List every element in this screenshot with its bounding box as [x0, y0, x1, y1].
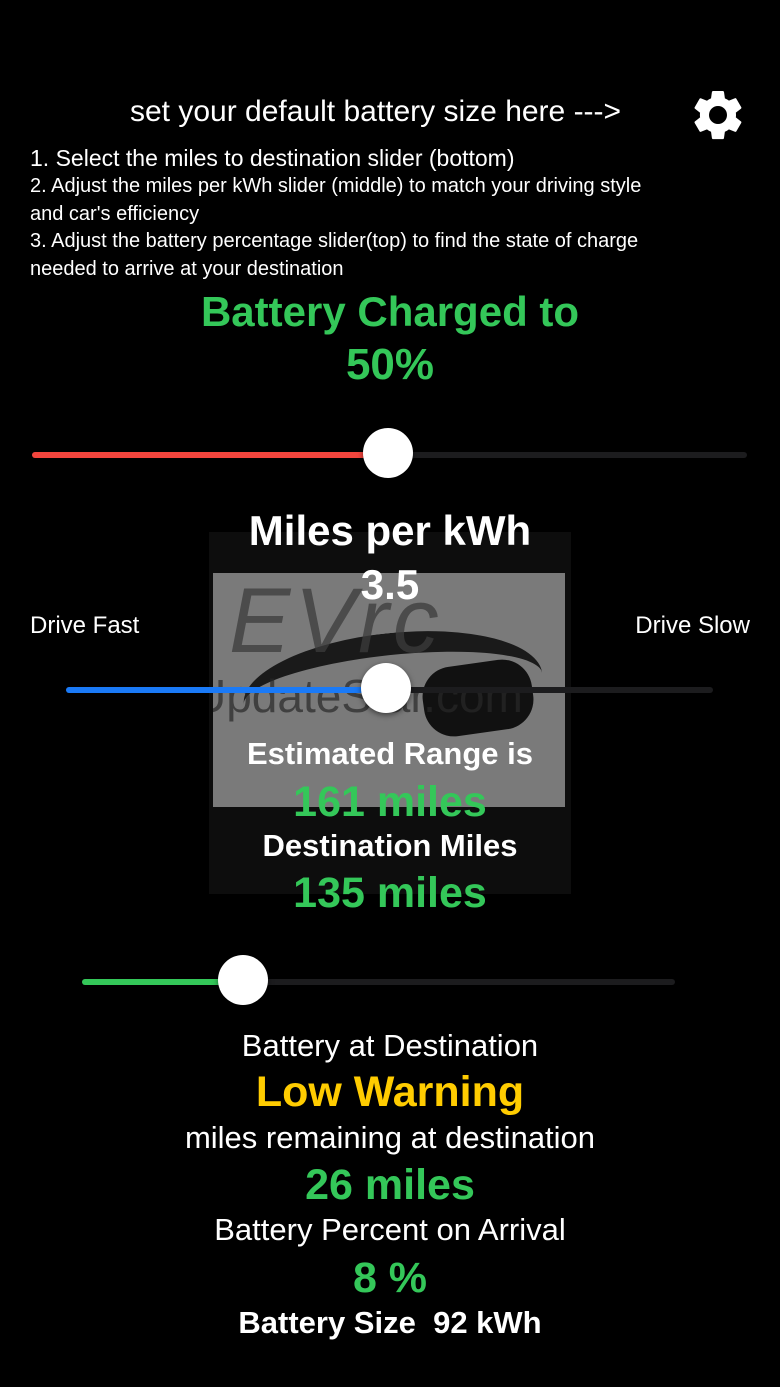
battery-charge-slider-fill: [32, 452, 389, 458]
miles-per-kwh-label: Miles per kWh: [248, 507, 532, 554]
battery-charge-slider-thumb[interactable]: [363, 428, 414, 478]
gear-icon[interactable]: [688, 85, 748, 145]
instruction-step-1: 1. Select the miles to destination slide…: [30, 145, 515, 171]
battery-size-value: 92 kWh: [433, 1305, 542, 1340]
destination-miles-label: Destination Miles: [262, 828, 518, 863]
destination-miles-slider-thumb[interactable]: [218, 955, 269, 1005]
instruction-step-3-cont: needed to arrive at your destination: [30, 258, 344, 280]
battery-charged-value: 50%: [345, 340, 435, 389]
miles-remaining-value: 26 miles: [305, 1161, 475, 1209]
battery-percent-arrival-label: Battery Percent on Arrival: [214, 1212, 566, 1247]
battery-size-label: Battery Size: [238, 1305, 416, 1340]
miles-per-kwh-slider-fill: [66, 687, 387, 693]
destination-miles-value: 135 miles: [293, 869, 487, 917]
battery-size-row: Battery Size 92 kWh: [0, 1305, 780, 1341]
drive-slow-label: Drive Slow: [635, 612, 750, 639]
miles-per-kwh-value: 3.5: [360, 561, 420, 608]
battery-status-warning: Low Warning: [255, 1068, 525, 1116]
default-battery-hint: set your default battery size here --->: [130, 95, 622, 128]
instruction-step-2-cont: and car's efficiency: [30, 203, 200, 225]
estimated-range-value: 161 miles: [293, 778, 487, 826]
drive-fast-label: Drive Fast: [30, 612, 140, 639]
destination-miles-slider[interactable]: [82, 979, 675, 985]
miles-per-kwh-slider-thumb[interactable]: [361, 663, 412, 713]
instruction-step-3: 3. Adjust the battery percentage slider(…: [30, 230, 639, 252]
estimated-range-label: Estimated Range is: [247, 736, 533, 771]
battery-charged-label: Battery Charged to: [200, 288, 580, 335]
instruction-step-2: 2. Adjust the miles per kWh slider (midd…: [30, 175, 642, 197]
battery-percent-arrival-value: 8 %: [352, 1254, 428, 1302]
battery-at-destination-label: Battery at Destination: [241, 1028, 539, 1063]
miles-remaining-label: miles remaining at destination: [184, 1120, 596, 1155]
